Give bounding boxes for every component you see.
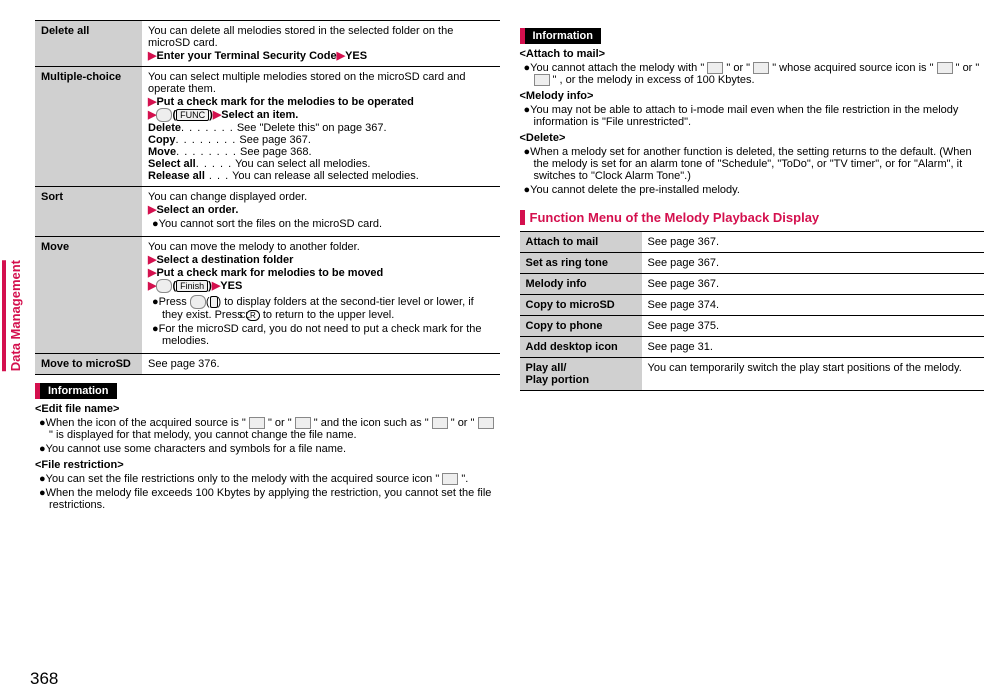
md2: . . . . . . . .: [176, 146, 237, 158]
source-icon: [937, 62, 953, 74]
move-note2: ●For the microSD card, you do not need t…: [148, 323, 494, 347]
mk4: Release all: [148, 170, 205, 182]
clr-key-icon: CLR: [246, 310, 260, 321]
right-column: Information <Attach to mail> ●You cannot…: [520, 20, 985, 513]
ef-bullet2: ●You cannot use some characters and symb…: [35, 443, 500, 455]
melody-icon: [707, 62, 723, 74]
mk2: Move: [148, 146, 176, 158]
del-all-yes: YES: [345, 50, 367, 62]
mv4: You can release all selected melodies.: [232, 170, 419, 182]
rtk3: Copy to microSD: [520, 295, 642, 316]
at-bullet1: ●You cannot attach the melody with " " o…: [520, 62, 985, 86]
arrow-icon: ▶: [148, 280, 156, 292]
d-bullet2: ●You cannot delete the pre-installed mel…: [520, 184, 985, 196]
melody-icon: [753, 62, 769, 74]
mi-bullet1: ●You may not be able to attach to i-mode…: [520, 104, 985, 128]
mk0: Delete: [148, 122, 181, 134]
rtv3: See page 374.: [642, 295, 985, 316]
row-movesd-hd: Move to microSD: [35, 354, 142, 375]
fr-bullet1: ●You can set the file restrictions only …: [35, 473, 500, 485]
arrow-icon: ▶: [337, 50, 345, 62]
row-sort-body: You can change displayed order. ▶Select …: [142, 187, 500, 237]
md3: . . . . .: [196, 158, 233, 170]
mv0: See "Delete this" on page 367.: [237, 122, 387, 134]
rtk0: Attach to mail: [520, 232, 642, 253]
mv1: See page 367.: [239, 134, 311, 146]
delete-head: <Delete>: [520, 132, 985, 144]
ef-bullet1: ●When the icon of the acquired source is…: [35, 417, 500, 441]
func-menu-heading: Function Menu of the Melody Playback Dis…: [520, 210, 985, 225]
rtk4: Copy to phone: [520, 316, 642, 337]
row-sort-hd: Sort: [35, 187, 142, 237]
sort-desc: You can change displayed order.: [148, 191, 307, 203]
del-all-desc: You can delete all melodies stored in th…: [148, 25, 453, 49]
rtv4: See page 375.: [642, 316, 985, 337]
melody-info-head: <Melody info>: [520, 90, 985, 102]
restrict-icon: [432, 417, 448, 429]
attach-to-mail-head: <Attach to mail>: [520, 48, 985, 60]
arrow-icon: ▶: [148, 109, 156, 121]
right-func-table: Attach to mailSee page 367. Set as ring …: [520, 231, 985, 391]
arrow-icon: ▶: [213, 109, 221, 121]
rtv1: See page 367.: [642, 253, 985, 274]
source-icon: [295, 417, 311, 429]
rtv0: See page 367.: [642, 232, 985, 253]
row-delete-all-body: You can delete all melodies stored in th…: [142, 21, 500, 67]
fr-bullet2: ●When the melody file exceeds 100 Kbytes…: [35, 487, 500, 511]
source-icon: [534, 74, 550, 86]
md1: . . . . . . . .: [176, 134, 237, 146]
move-yes: YES: [220, 280, 242, 292]
folder-button-icon: [210, 296, 218, 308]
source-icon: [442, 473, 458, 485]
md4: . . .: [205, 170, 229, 182]
row-movesd-body: See page 376.: [142, 354, 500, 375]
rtk6: Play all/ Play portion: [520, 358, 642, 391]
rtk5: Add desktop icon: [520, 337, 642, 358]
mk3: Select all: [148, 158, 196, 170]
information-heading: Information: [35, 383, 117, 399]
row-move-body: You can move the melody to another folde…: [142, 237, 500, 354]
row-delete-all-hd: Delete all: [35, 21, 142, 67]
multi-desc: You can select multiple melodies stored …: [148, 71, 466, 95]
sort-note: ●You cannot sort the files on the microS…: [148, 218, 494, 230]
restrict-icon: [478, 417, 494, 429]
move-step1: Select a destination folder: [156, 254, 293, 266]
file-restriction-head: <File restriction>: [35, 459, 500, 471]
left-operations-table: Delete all You can delete all melodies s…: [35, 20, 500, 375]
d-bullet1: ●When a melody set for another function …: [520, 146, 985, 182]
del-all-step: Enter your Terminal Security Code: [156, 50, 336, 62]
source-icon: [249, 417, 265, 429]
move-step2: Put a check mark for melodies to be move…: [156, 267, 383, 279]
row-multi-hd: Multiple-choice: [35, 67, 142, 187]
edit-file-name-head: <Edit file name>: [35, 403, 500, 415]
ir-key-icon: [156, 108, 172, 122]
sort-step: Select an order.: [156, 204, 238, 216]
multi-step2a: Select an item.: [221, 109, 298, 121]
multi-step1: Put a check mark for the melodies to be …: [156, 96, 413, 108]
left-column: Delete all You can delete all melodies s…: [35, 20, 500, 513]
rtk1: Set as ring tone: [520, 253, 642, 274]
row-multi-body: You can select multiple melodies stored …: [142, 67, 500, 187]
rtv5: See page 31.: [642, 337, 985, 358]
mv3: You can select all melodies.: [235, 158, 370, 170]
move-note1: ●Press ( ) to display folders at the sec…: [148, 295, 494, 321]
finish-button-label: Finish: [176, 280, 208, 292]
page-number: 368: [30, 669, 58, 689]
md0: . . . . . . .: [181, 122, 234, 134]
func-button-label: FUNC: [176, 109, 209, 121]
rtv6: You can temporarily switch the play star…: [642, 358, 985, 391]
mk1: Copy: [148, 134, 176, 146]
row-move-hd: Move: [35, 237, 142, 354]
rtv2: See page 367.: [642, 274, 985, 295]
move-desc: You can move the melody to another folde…: [148, 241, 360, 253]
information-heading: Information: [520, 28, 602, 44]
mail-key-icon: [156, 279, 172, 293]
mv2: See page 368.: [240, 146, 312, 158]
side-tab: Data Management: [2, 260, 23, 371]
rtk2: Melody info: [520, 274, 642, 295]
